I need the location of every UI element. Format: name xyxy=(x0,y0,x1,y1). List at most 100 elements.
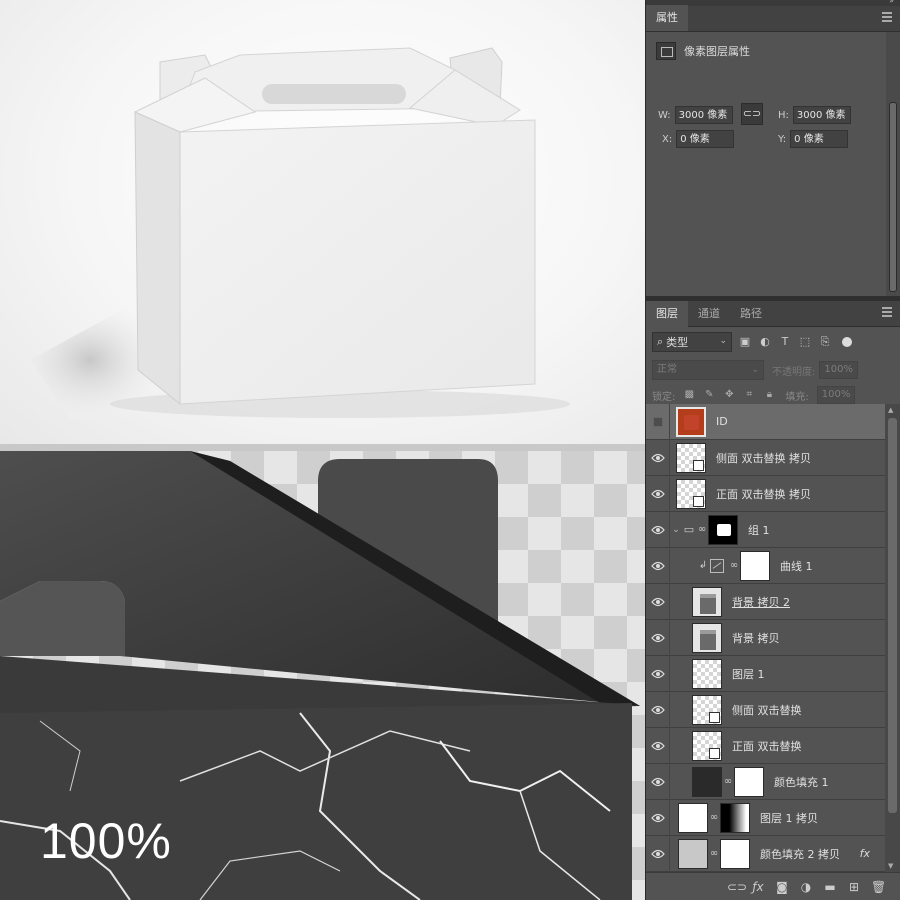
collapse-icon[interactable]: » xyxy=(889,0,894,5)
tab-paths[interactable]: 路径 xyxy=(730,301,772,327)
lock-transparency-icon[interactable]: ▩ xyxy=(683,389,695,401)
visibility-toggle[interactable] xyxy=(646,763,670,800)
layer-mask-thumbnail xyxy=(720,838,750,869)
tab-channels[interactable]: 通道 xyxy=(688,301,730,327)
add-mask-icon[interactable]: ◙ xyxy=(775,880,789,894)
layer-row[interactable]: 正面 双击替换 xyxy=(646,727,886,764)
panel-menu-icon[interactable] xyxy=(882,12,892,22)
width-input[interactable]: 3000 像素 xyxy=(674,106,733,124)
properties-panel: 像素图层属性 W: 3000 像素 ⊂⊃ H: 3000 像素 X: 0 像素 … xyxy=(646,32,900,296)
visibility-toggle[interactable] xyxy=(646,583,670,620)
y-input[interactable]: 0 像素 xyxy=(790,130,849,148)
folder-icon[interactable]: ▬ xyxy=(823,880,837,894)
layers-menu-icon[interactable] xyxy=(882,307,892,317)
fill-label: 填充: xyxy=(785,391,809,403)
link-icon[interactable]: ∞ xyxy=(696,524,708,535)
visibility-toggle[interactable] xyxy=(646,835,670,872)
layer-name[interactable]: 图层 1 xyxy=(732,666,765,682)
visibility-toggle[interactable] xyxy=(646,655,670,692)
layer-name[interactable]: 组 1 xyxy=(748,522,770,538)
filter-adjustment-icon[interactable]: ◐ xyxy=(758,335,772,349)
tab-layers[interactable]: 图层 xyxy=(646,301,688,327)
filter-type-icon[interactable]: T xyxy=(778,335,792,349)
layer-name[interactable]: ID xyxy=(716,415,728,428)
filter-shape-icon[interactable]: ⬚ xyxy=(798,335,812,349)
layer-name[interactable]: 正面 双击替换 xyxy=(732,738,802,754)
layer-row-group[interactable]: ⌄ ▭ ∞ 组 1 xyxy=(646,511,886,548)
visibility-toggle[interactable] xyxy=(646,475,670,512)
layer-row[interactable]: 图层 1 xyxy=(646,655,886,692)
layer-row[interactable]: 侧面 双击替换 拷贝 xyxy=(646,439,886,476)
visibility-toggle[interactable] xyxy=(646,619,670,656)
layer-name[interactable]: 颜色填充 2 拷贝 xyxy=(760,846,840,862)
blend-row: 正常 ⌄ 不透明度: 100% xyxy=(646,357,900,383)
eye-icon xyxy=(650,561,665,570)
layer-row[interactable]: 背景 拷贝 xyxy=(646,619,886,656)
layer-thumbnail xyxy=(692,586,722,617)
layer-name[interactable]: 背景 拷贝 xyxy=(732,630,780,646)
split-view-divider[interactable] xyxy=(0,444,645,451)
fill-input[interactable]: 100% xyxy=(816,386,856,404)
link-layers-icon[interactable]: ⊂⊃ xyxy=(727,880,747,894)
height-input[interactable]: 3000 像素 xyxy=(792,106,851,124)
visibility-toggle[interactable] xyxy=(646,439,670,476)
lock-move-icon[interactable]: ✥ xyxy=(723,389,735,401)
fx-icon[interactable]: fx xyxy=(860,847,870,860)
layer-name[interactable]: 正面 双击替换 拷贝 xyxy=(716,486,811,502)
visibility-toggle[interactable] xyxy=(646,727,670,764)
visibility-toggle[interactable] xyxy=(646,511,670,548)
layer-name[interactable]: 侧面 双击替换 拷贝 xyxy=(716,450,811,466)
link-icon[interactable]: ∞ xyxy=(708,848,720,859)
layer-name[interactable]: 曲线 1 xyxy=(780,558,813,574)
layer-row[interactable]: ∞ 图层 1 拷贝 xyxy=(646,799,886,836)
layer-filter-select[interactable]: ⌕ 类型 ⌄ xyxy=(652,332,732,352)
x-input[interactable]: 0 像素 xyxy=(676,130,735,148)
visibility-toggle[interactable] xyxy=(646,547,670,584)
layer-mask-thumbnail xyxy=(740,550,770,581)
layer-row-fill[interactable]: ∞ 颜色填充 2 拷贝 fx xyxy=(646,835,886,872)
layer-row[interactable]: 正面 双击替换 拷贝 xyxy=(646,475,886,512)
blend-mode-select[interactable]: 正常 ⌄ xyxy=(652,360,764,380)
link-icon[interactable]: ∞ xyxy=(722,776,734,787)
link-icon[interactable]: ∞ xyxy=(728,560,740,571)
visibility-toggle[interactable] xyxy=(646,691,670,728)
visibility-toggle[interactable] xyxy=(646,799,670,836)
new-layer-icon[interactable]: ⊞ xyxy=(847,880,861,894)
fx-icon[interactable]: ƒx xyxy=(751,880,765,894)
tab-properties[interactable]: 属性 xyxy=(646,5,688,31)
link-icon[interactable]: ∞ xyxy=(708,812,720,823)
layer-row[interactable]: 侧面 双击替换 xyxy=(646,691,886,728)
opacity-input[interactable]: 100% xyxy=(819,361,858,379)
lock-all-icon[interactable]: 🔒︎ xyxy=(763,389,775,401)
scroll-down-icon[interactable]: ▼ xyxy=(888,862,893,870)
height-field-group: H: 3000 像素 xyxy=(778,106,851,124)
lock-brush-icon[interactable]: ✎ xyxy=(703,389,715,401)
chevron-down-icon[interactable]: ⌄ xyxy=(670,525,682,535)
filter-toggle-icon[interactable] xyxy=(842,337,852,347)
group-mask-thumbnail xyxy=(708,514,738,545)
filter-smart-object-icon[interactable]: ⎘ xyxy=(818,335,832,349)
layer-row[interactable]: ID xyxy=(646,404,886,440)
adjustment-layer-icon[interactable]: ◑ xyxy=(799,880,813,894)
layers-footer-toolbar: ⊂⊃ ƒx ◙ ◑ ▬ ⊞ 🗑︎ xyxy=(646,872,900,900)
lock-artboard-icon[interactable]: ⌗ xyxy=(743,389,755,401)
layer-name[interactable]: 颜色填充 1 xyxy=(774,774,829,790)
height-label: H: xyxy=(778,109,789,121)
layer-row-adjustment[interactable]: ↲ ∞ 曲线 1 xyxy=(646,547,886,584)
filter-pixel-icon[interactable]: ▣ xyxy=(738,335,752,349)
properties-scroll-thumb[interactable] xyxy=(889,102,897,292)
trash-icon[interactable]: 🗑︎ xyxy=(871,880,886,894)
layer-row[interactable]: 背景 拷贝 2 xyxy=(646,583,886,620)
layers-scroll-thumb[interactable] xyxy=(888,418,897,813)
link-icon[interactable]: ⊂⊃ xyxy=(741,103,763,125)
layers-scrollbar[interactable]: ▲ ▼ xyxy=(885,404,900,872)
x-label: X: xyxy=(662,133,673,145)
scroll-up-icon[interactable]: ▲ xyxy=(888,406,893,414)
layer-row-fill[interactable]: ∞ 颜色填充 1 xyxy=(646,763,886,800)
visibility-toggle[interactable] xyxy=(646,404,670,440)
document-canvas[interactable]: 100% xyxy=(0,0,645,900)
properties-scrollbar[interactable] xyxy=(886,32,900,296)
layer-name[interactable]: 侧面 双击替换 xyxy=(732,702,802,718)
layer-name[interactable]: 背景 拷贝 2 xyxy=(732,594,790,610)
layer-name[interactable]: 图层 1 拷贝 xyxy=(760,810,818,826)
